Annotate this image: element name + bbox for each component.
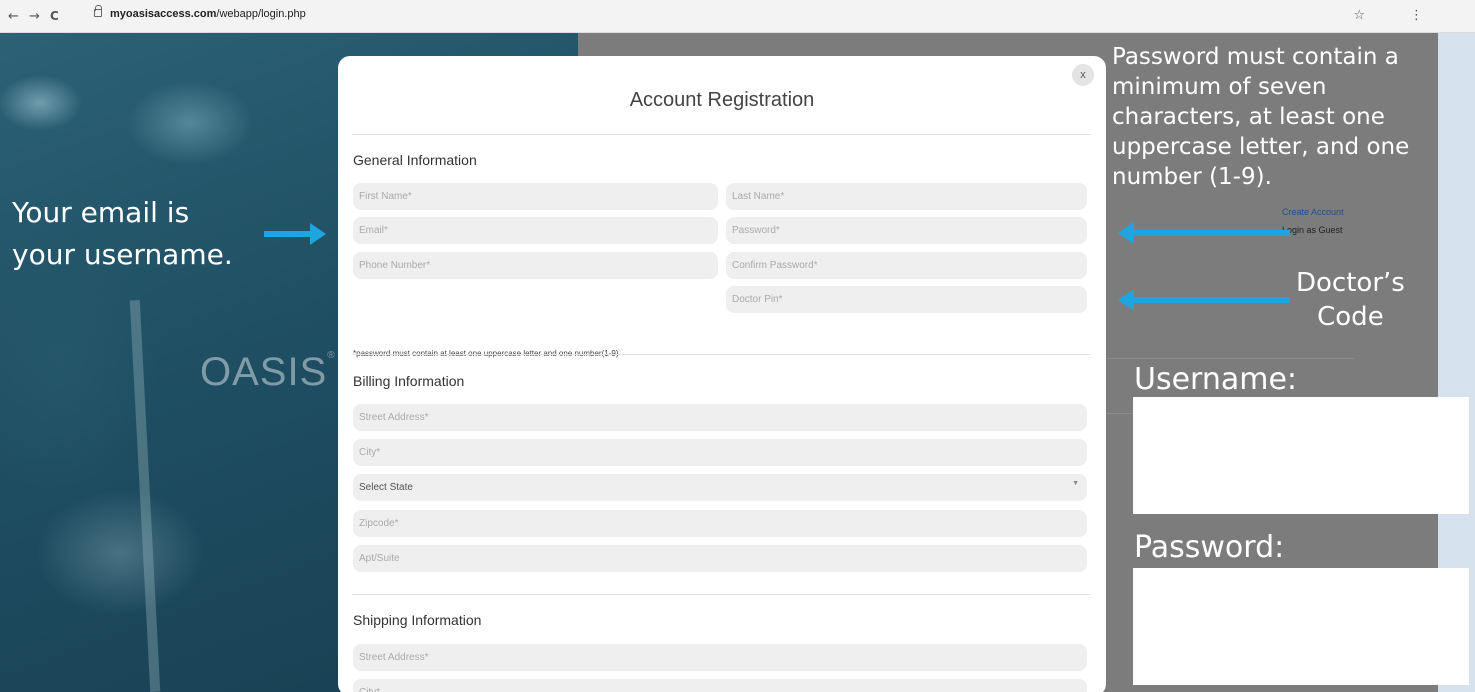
dropdown-caret-icon: ▼ <box>1072 480 1079 487</box>
url-text: myoasisaccess.com/webapp/login.php <box>110 8 306 20</box>
address-bar[interactable]: myoasisaccess.com/webapp/login.php <box>90 4 1380 28</box>
username-label: Username: <box>1134 362 1298 397</box>
password-rule-annotation: Password must contain a minimum of seven… <box>1112 44 1410 190</box>
username-box[interactable] <box>1133 397 1469 514</box>
create-account-link[interactable]: Create Account <box>1282 207 1344 217</box>
arrow-left-icon <box>1118 289 1290 311</box>
bookmark-star-icon[interactable]: ☆ <box>1353 8 1365 23</box>
confirm-password-field[interactable] <box>726 252 1087 279</box>
password-label: Password: <box>1134 530 1285 565</box>
doctor-code-annotation: Doctor’s Code <box>1296 268 1405 332</box>
back-icon[interactable]: ← <box>8 9 19 24</box>
general-information-heading: General Information <box>353 152 477 168</box>
browser-menu-icon[interactable]: ⋮ <box>1410 8 1423 23</box>
email-field[interactable] <box>353 217 718 244</box>
oasis-logo: OASIS® <box>200 350 336 394</box>
billing-apt-field[interactable] <box>353 545 1087 572</box>
divider <box>352 354 1091 355</box>
divider <box>352 134 1091 135</box>
billing-zipcode-field[interactable] <box>353 510 1087 537</box>
billing-state-select[interactable]: Select State ▼ <box>353 474 1087 501</box>
first-name-field[interactable] <box>353 183 718 210</box>
billing-street-field[interactable] <box>353 404 1087 431</box>
last-name-field[interactable] <box>726 183 1087 210</box>
shipping-city-field[interactable] <box>353 679 1087 692</box>
arrow-left-icon <box>1118 222 1290 244</box>
close-button[interactable]: x <box>1072 64 1094 86</box>
arrow-right-icon <box>264 223 326 245</box>
shipping-information-heading: Shipping Information <box>353 612 482 628</box>
divider <box>1106 413 1133 414</box>
doctor-pin-field[interactable] <box>726 286 1087 313</box>
state-select-value: Select State <box>359 482 413 493</box>
phone-number-field[interactable] <box>353 252 718 279</box>
password-box[interactable] <box>1133 568 1469 685</box>
login-as-guest-link[interactable]: Login as Guest <box>1282 225 1343 235</box>
browser-toolbar: ← → C myoasisaccess.com/webapp/login.php… <box>0 0 1475 33</box>
modal-title: Account Registration <box>629 89 815 111</box>
divider <box>1106 358 1354 359</box>
divider <box>352 594 1091 595</box>
registration-modal: x Account Registration General Informati… <box>338 56 1106 692</box>
shipping-street-field[interactable] <box>353 644 1087 671</box>
lock-icon <box>94 5 102 17</box>
forward-icon[interactable]: → <box>29 9 40 24</box>
password-field[interactable] <box>726 217 1087 244</box>
email-username-annotation: Your email is your username. <box>12 196 233 271</box>
billing-city-field[interactable] <box>353 439 1087 466</box>
billing-information-heading: Billing Information <box>353 373 465 389</box>
reload-icon[interactable]: C <box>50 9 59 23</box>
